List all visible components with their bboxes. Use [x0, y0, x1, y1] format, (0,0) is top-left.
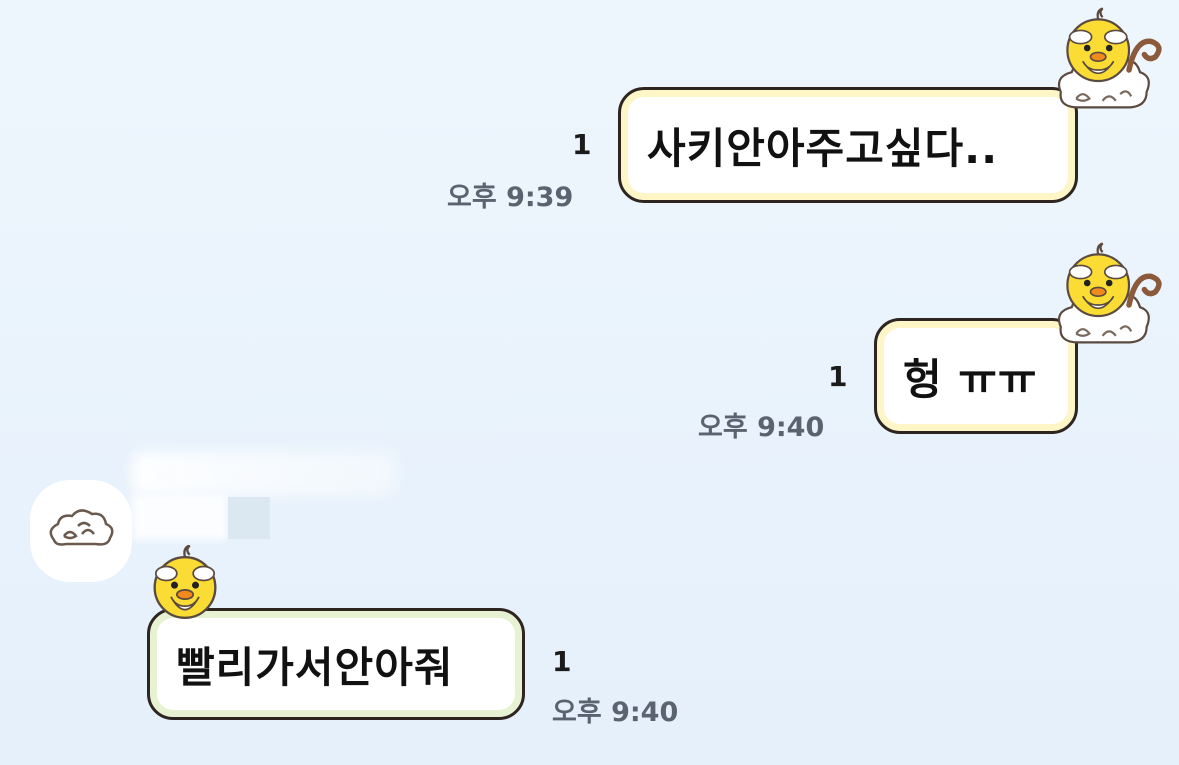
chick-sticker-icon: [153, 545, 217, 619]
message-text: 빨리가서안아줘: [176, 642, 454, 692]
message-time: 오후 9:39: [447, 182, 574, 213]
sender-name-redacted: [132, 452, 397, 496]
unread-count: 1: [572, 128, 592, 161]
unread-count: 1: [552, 645, 572, 678]
cloud-icon: [49, 509, 114, 546]
message-text: 헝 ㅠㅠ: [903, 354, 1038, 404]
message-bubble-sent[interactable]: 헝 ㅠㅠ: [874, 318, 1078, 434]
message-time: 오후 9:40: [552, 697, 679, 728]
unread-count: 1: [828, 360, 848, 393]
message-time: 오후 9:40: [698, 412, 825, 443]
message-text: 사키안아주고싶다..: [647, 123, 999, 173]
sender-name-redacted: [132, 495, 227, 540]
chick-sticker-icon: [1052, 4, 1162, 114]
sender-name-redacted: [228, 497, 270, 539]
message-bubble-sent[interactable]: 사키안아주고싶다..: [618, 87, 1078, 203]
message-bubble-received[interactable]: 빨리가서안아줘: [147, 608, 525, 720]
chick-sticker-icon: [1052, 234, 1162, 354]
avatar[interactable]: [30, 480, 132, 582]
